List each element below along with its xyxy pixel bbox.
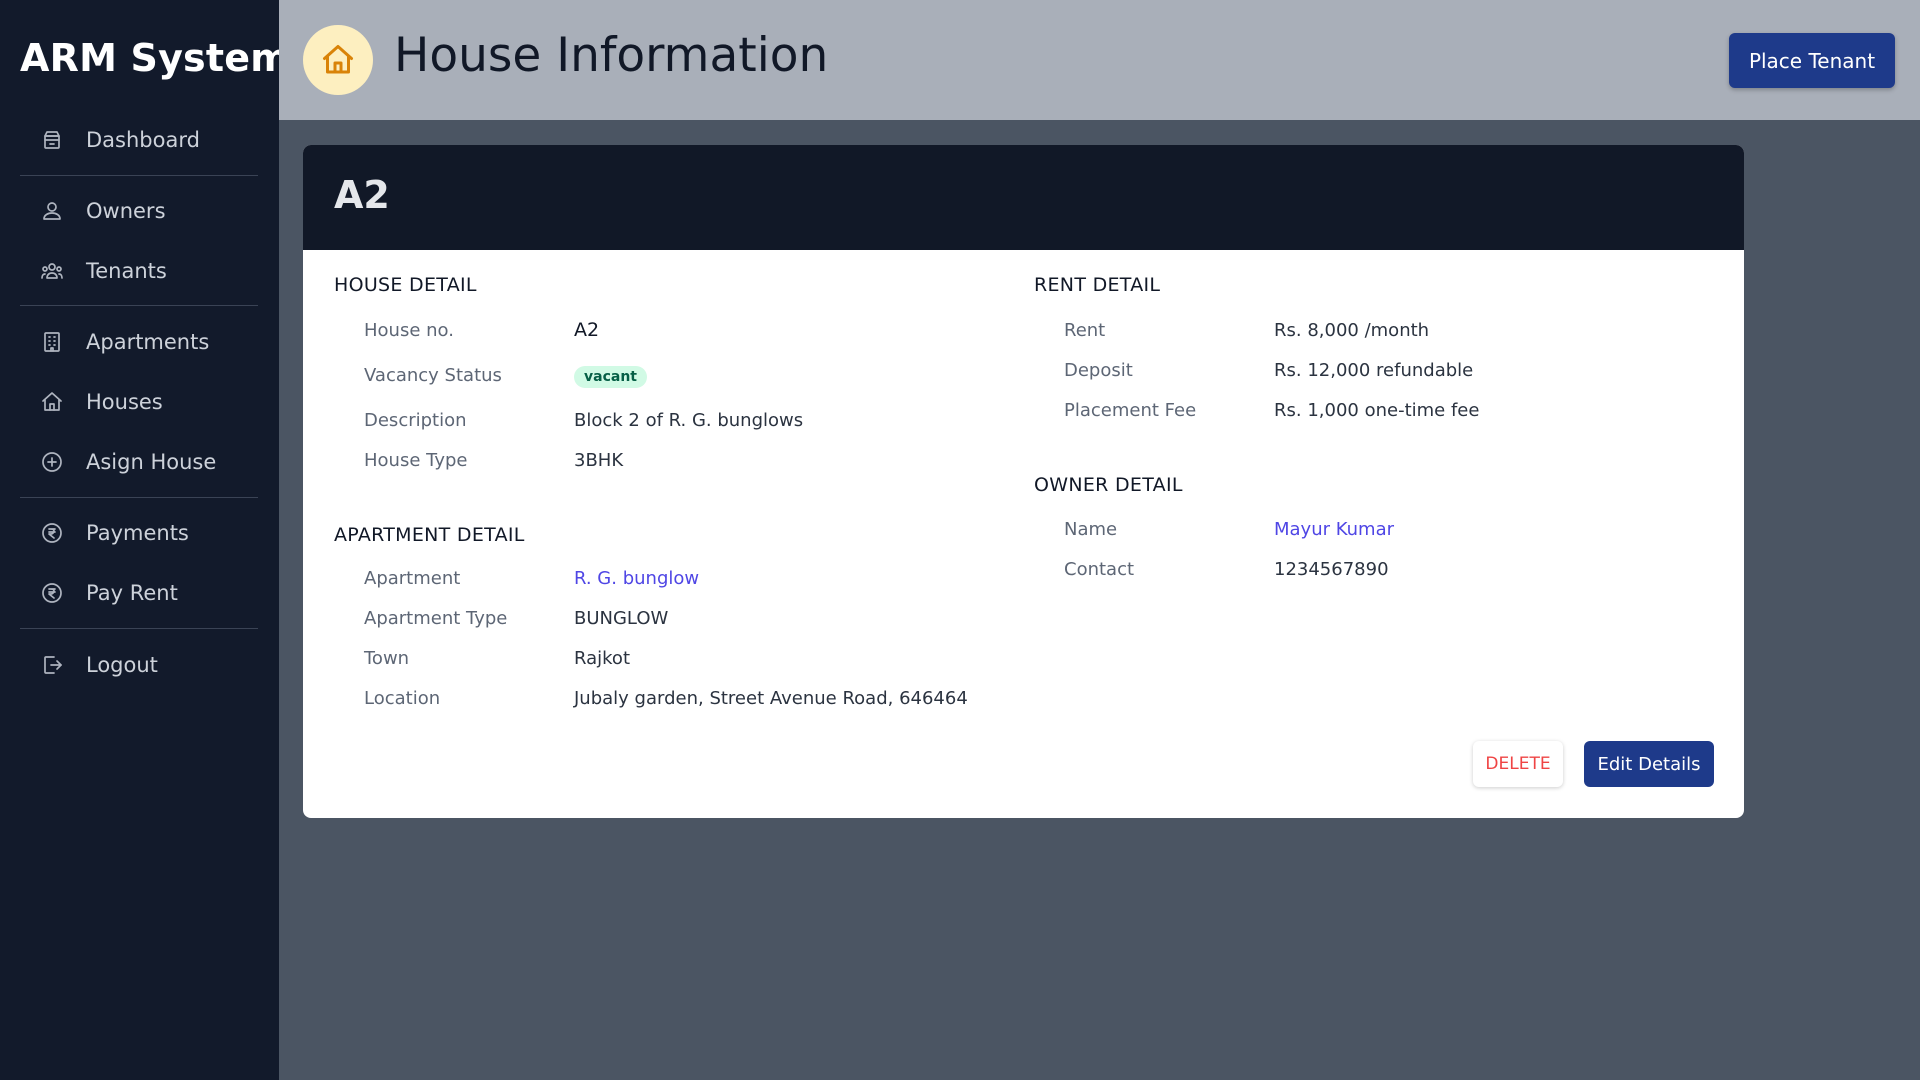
sidebar-divider xyxy=(20,175,258,176)
sidebar-item-label: Apartments xyxy=(86,330,210,354)
owner-detail-heading: OWNER DETAIL xyxy=(1034,474,1183,496)
description-label: Description xyxy=(364,410,467,431)
app-title: ARM System xyxy=(20,36,291,80)
archive-icon xyxy=(38,126,66,154)
town-row: Town Rajkot xyxy=(364,648,1064,672)
house-card: A2 HOUSE DETAIL House no. A2 Vacancy Sta… xyxy=(303,145,1744,818)
house-no-label: House no. xyxy=(364,320,454,341)
rent-detail-heading: RENT DETAIL xyxy=(1034,274,1161,296)
contact-row: Contact 1234567890 xyxy=(1064,559,1664,583)
apartment-detail-heading: APARTMENT DETAIL xyxy=(334,524,525,546)
sidebar-item-pay-rent[interactable]: Pay Rent xyxy=(20,570,258,616)
logout-icon xyxy=(38,651,66,679)
house-title: A2 xyxy=(334,173,390,217)
description-value: Block 2 of R. G. bunglows xyxy=(574,410,804,431)
apartment-type-value: BUNGLOW xyxy=(574,608,669,629)
location-label: Location xyxy=(364,688,441,709)
building-icon xyxy=(38,328,66,356)
home-icon xyxy=(38,388,66,416)
contact-value: 1234567890 xyxy=(1274,559,1389,580)
apartment-label: Apartment xyxy=(364,568,461,589)
rent-label: Rent xyxy=(1064,320,1106,341)
apartment-type-row: Apartment Type BUNGLOW xyxy=(364,608,1064,632)
delete-button[interactable]: DELETE xyxy=(1473,741,1563,787)
status-badge: vacant xyxy=(574,366,647,388)
sidebar-item-logout[interactable]: Logout xyxy=(20,642,258,688)
home-icon xyxy=(303,25,373,95)
owner-name-row: Name Mayur Kumar xyxy=(1064,519,1664,543)
house-type-value: 3BHK xyxy=(574,450,624,471)
location-row: Location Jubaly garden, Street Avenue Ro… xyxy=(364,688,1064,712)
sidebar-item-label: Logout xyxy=(86,653,158,677)
sidebar-item-tenants[interactable]: Tenants xyxy=(20,248,258,294)
apartment-type-label: Apartment Type xyxy=(364,608,508,629)
apartment-row: Apartment R. G. bunglow xyxy=(364,568,1064,592)
deposit-label: Deposit xyxy=(1064,360,1133,381)
sidebar: ARM System Dashboard Owners Tenants Apar… xyxy=(0,0,290,1080)
plus-circle-icon xyxy=(38,448,66,476)
sidebar-item-asign-house[interactable]: Asign House xyxy=(20,439,258,485)
card-header: A2 xyxy=(303,145,1744,250)
house-no-row: House no. A2 xyxy=(364,319,964,344)
sidebar-item-label: Owners xyxy=(86,199,166,223)
sidebar-divider xyxy=(20,305,258,306)
sidebar-item-label: Asign House xyxy=(86,450,217,474)
page-header: House Information Place Tenant xyxy=(279,0,1920,120)
placement-fee-label: Placement Fee xyxy=(1064,400,1197,421)
rupee-circle-icon xyxy=(38,579,66,607)
house-detail-heading: HOUSE DETAIL xyxy=(334,274,477,296)
house-no-value: A2 xyxy=(574,319,600,341)
rent-value: Rs. 8,000 /month xyxy=(1274,320,1430,341)
sidebar-item-label: Dashboard xyxy=(86,128,200,152)
rent-row: Rent Rs. 8,000 /month xyxy=(1064,320,1664,344)
town-label: Town xyxy=(364,648,410,669)
sidebar-divider xyxy=(20,497,258,498)
users-icon xyxy=(38,197,66,225)
page-title: House Information xyxy=(394,28,829,83)
edit-details-button[interactable]: Edit Details xyxy=(1584,741,1714,787)
sidebar-item-label: Tenants xyxy=(86,259,167,283)
sidebar-item-dashboard[interactable]: Dashboard xyxy=(20,117,258,163)
sidebar-divider xyxy=(20,628,258,629)
town-value: Rajkot xyxy=(574,648,630,669)
user-group-icon xyxy=(38,257,66,285)
house-type-row: House Type 3BHK xyxy=(364,450,964,474)
vacancy-row: Vacancy Status vacant xyxy=(364,365,964,389)
sidebar-item-payments[interactable]: Payments xyxy=(20,510,258,556)
house-type-label: House Type xyxy=(364,450,468,471)
contact-label: Contact xyxy=(1064,559,1135,580)
vacancy-label: Vacancy Status xyxy=(364,365,502,386)
placement-fee-row: Placement Fee Rs. 1,000 one-time fee xyxy=(1064,400,1664,424)
deposit-row: Deposit Rs. 12,000 refundable xyxy=(1064,360,1664,384)
apartment-link[interactable]: R. G. bunglow xyxy=(574,568,699,589)
place-tenant-button[interactable]: Place Tenant xyxy=(1729,33,1895,88)
description-row: Description Block 2 of R. G. bunglows xyxy=(364,410,964,434)
sidebar-item-apartments[interactable]: Apartments xyxy=(20,319,258,365)
sidebar-item-label: Pay Rent xyxy=(86,581,178,605)
owner-name-label: Name xyxy=(1064,519,1118,540)
deposit-value: Rs. 12,000 refundable xyxy=(1274,360,1474,381)
location-value: Jubaly garden, Street Avenue Road, 64646… xyxy=(574,688,968,709)
sidebar-item-label: Payments xyxy=(86,521,189,545)
rupee-circle-icon xyxy=(38,519,66,547)
sidebar-item-label: Houses xyxy=(86,390,163,414)
owner-name-link[interactable]: Mayur Kumar xyxy=(1274,519,1394,540)
sidebar-item-owners[interactable]: Owners xyxy=(20,188,258,234)
sidebar-item-houses[interactable]: Houses xyxy=(20,379,258,425)
placement-fee-value: Rs. 1,000 one-time fee xyxy=(1274,400,1480,421)
